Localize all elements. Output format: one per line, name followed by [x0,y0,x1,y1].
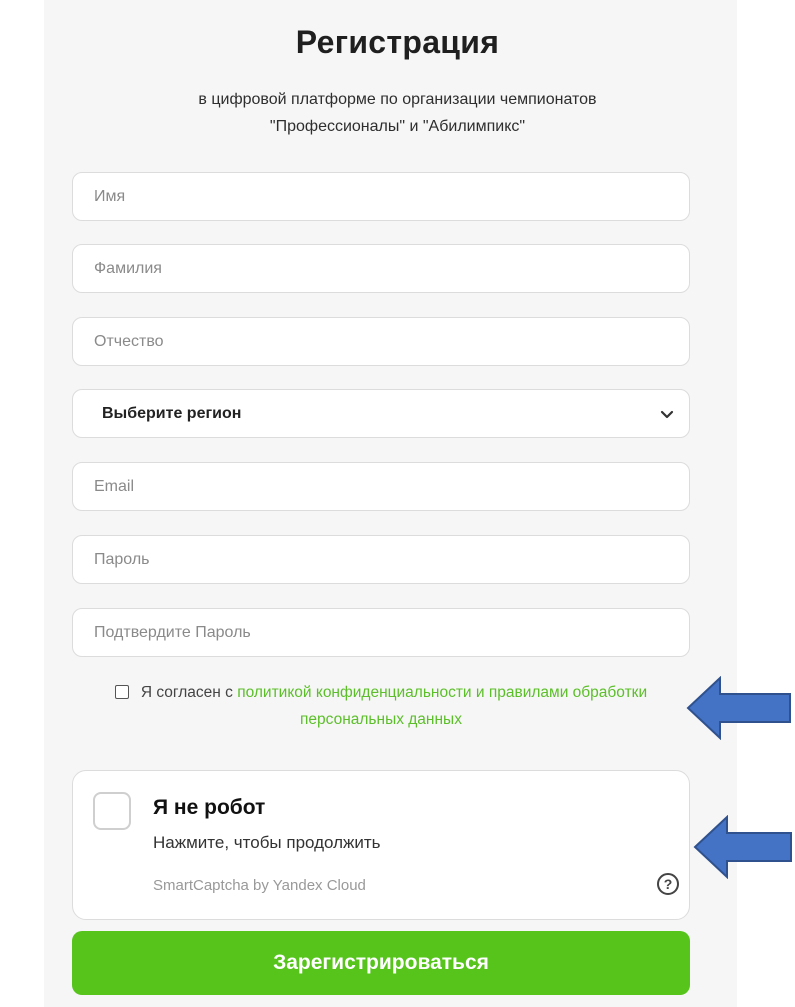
middle-name-field[interactable] [72,317,690,366]
captcha-title: Я не робот [153,796,266,819]
email-input[interactable] [94,477,668,496]
page-subtitle: в цифровой платформе по организации чемп… [0,86,795,140]
page-title: Регистрация [295,24,500,60]
email-field[interactable] [72,462,690,511]
consent-checkbox[interactable] [114,685,129,699]
first-name-field[interactable] [72,172,690,221]
region-select-value: Выберите регион [102,404,242,422]
left-arrow-icon [686,676,791,740]
confirm-password-field[interactable] [72,608,690,657]
password-field[interactable] [72,535,690,584]
subtitle-line-2: "Профессионалы" и "Абилимпикс" [269,118,526,135]
middle-name-input[interactable] [94,332,668,351]
last-name-input[interactable] [94,259,668,278]
left-arrow-icon [693,815,792,879]
register-button[interactable]: Зарегистрироваться [72,931,690,995]
last-name-field[interactable] [72,244,690,293]
consent-prefix: Я согласен с [140,684,238,701]
confirm-password-input[interactable] [94,623,668,642]
first-name-input[interactable] [94,187,668,206]
registration-page: Регистрация в цифровой платформе по орга… [0,0,795,1007]
consent-block: Я согласен с политикой конфиденциальност… [72,679,690,733]
captcha-checkbox[interactable] [93,792,131,830]
password-input[interactable] [94,550,668,569]
region-select[interactable]: Выберите регион [72,389,690,438]
captcha-brand: SmartCaptcha by Yandex Cloud [153,877,366,894]
chevron-down-icon [660,410,674,418]
smartcaptcha-widget: Я не робот Нажмите, чтобы продолжить Sma… [72,770,690,920]
captcha-subtitle: Нажмите, чтобы продолжить [153,833,381,852]
privacy-policy-link[interactable]: политикой конфиденциальности и правилами… [237,684,647,728]
question-circle-icon[interactable]: ? [657,873,679,895]
subtitle-line-1: в цифровой платформе по организации чемп… [198,91,597,108]
